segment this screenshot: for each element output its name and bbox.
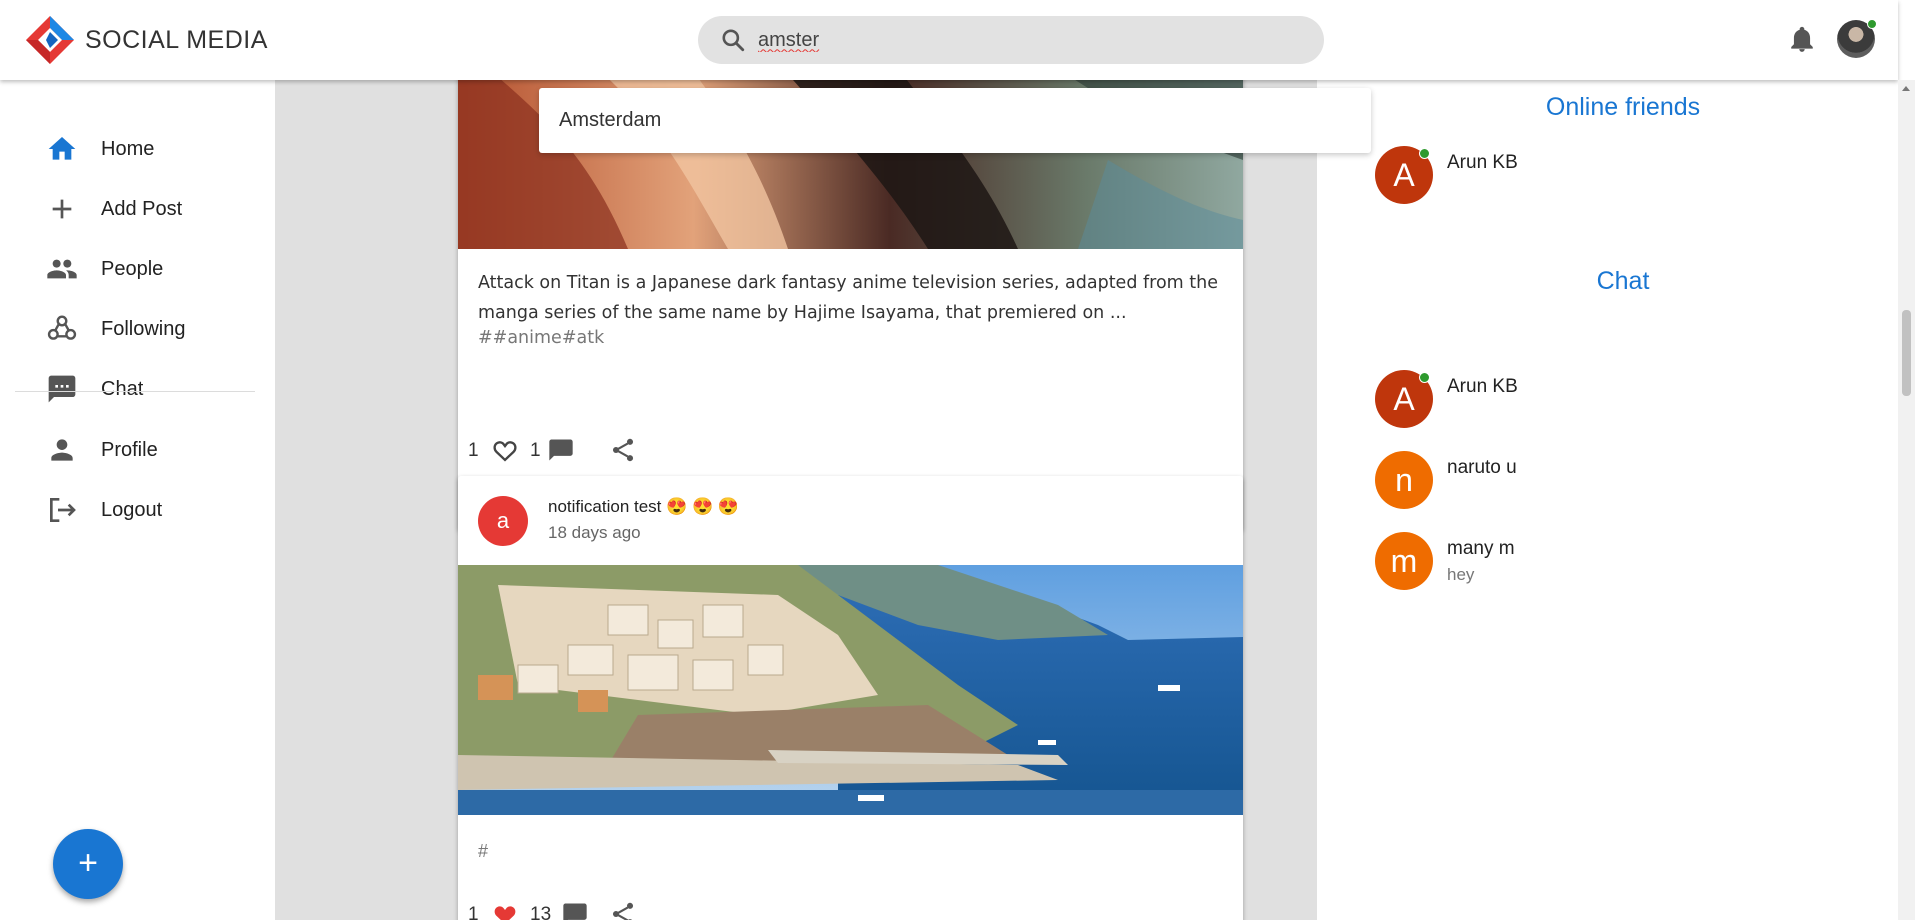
- sidebar-item-home[interactable]: Home: [0, 120, 260, 176]
- post-card: a notification test 😍 😍 😍 18 days ago # …: [458, 476, 1243, 920]
- post-title: notification test 😍 😍 😍: [548, 497, 740, 516]
- sidebar-item-label: People: [101, 258, 164, 280]
- chat-avatar: m: [1375, 532, 1433, 590]
- search-input[interactable]: [758, 25, 1298, 55]
- author-avatar[interactable]: a: [478, 496, 528, 546]
- brand-title[interactable]: SOCIAL MEDIA: [85, 26, 268, 55]
- sidebar-item-logout[interactable]: Logout: [0, 481, 260, 537]
- sidebar: Home Add Post People Following Chat Prof…: [0, 80, 275, 920]
- post-image[interactable]: [458, 565, 1243, 815]
- following-icon: [47, 315, 77, 340]
- chat-name: Arun KB: [1447, 376, 1518, 397]
- heart-outline-icon[interactable]: [490, 436, 520, 464]
- search-suggestions-dropdown: Amsterdam: [539, 88, 1371, 153]
- chat-list-item[interactable]: A Arun KB: [1375, 370, 1775, 430]
- scrollbar-thumb[interactable]: [1902, 310, 1911, 396]
- feed: Attack on Titan is a Japanese dark fanta…: [275, 80, 1317, 920]
- person-icon: [51, 439, 73, 461]
- sidebar-item-add-post[interactable]: Add Post: [0, 180, 260, 236]
- diamond-logo-icon[interactable]: [24, 14, 76, 66]
- chat-heading: Chat: [1596, 267, 1650, 295]
- comment-icon[interactable]: [546, 436, 576, 464]
- chat-list-item[interactable]: m many m hey: [1375, 532, 1775, 592]
- chat-list-item[interactable]: n naruto u: [1375, 451, 1775, 511]
- app-bar: SOCIAL MEDIA: [0, 0, 1898, 80]
- chat-name: naruto u: [1447, 457, 1517, 478]
- sidebar-item-chat[interactable]: Chat: [0, 360, 260, 416]
- online-status-dot: [1419, 148, 1430, 159]
- comment-count: 1: [530, 440, 541, 461]
- chat-name: many m: [1447, 538, 1515, 559]
- home-icon: [48, 137, 76, 160]
- search-icon: [722, 29, 745, 52]
- sidebar-divider: [15, 391, 255, 392]
- sidebar-item-label: Home: [101, 138, 155, 160]
- comment-icon[interactable]: [560, 900, 590, 920]
- search-suggestion-item[interactable]: Amsterdam: [559, 109, 661, 132]
- like-count: 1: [468, 440, 479, 461]
- online-friend-item[interactable]: A Arun KB: [1375, 146, 1775, 206]
- scroll-up-arrow-icon[interactable]: [1902, 86, 1910, 91]
- bell-icon[interactable]: [1789, 26, 1815, 54]
- heart-filled-icon[interactable]: [490, 900, 520, 920]
- sidebar-item-following[interactable]: Following: [0, 300, 260, 356]
- sidebar-item-profile[interactable]: Profile: [0, 421, 260, 477]
- right-panel: Online friends A Arun KB Chat A Arun KB …: [1317, 80, 1898, 920]
- logout-icon: [50, 498, 76, 522]
- post-tags[interactable]: #: [478, 841, 488, 862]
- add-post-fab-button[interactable]: +: [53, 829, 123, 899]
- online-friends-heading: Online friends: [1545, 93, 1701, 121]
- sidebar-item-label: Profile: [101, 439, 158, 461]
- like-count: 1: [468, 904, 479, 920]
- chat-icon: [48, 375, 76, 403]
- user-avatar[interactable]: [1837, 19, 1877, 58]
- sidebar-item-label: Add Post: [101, 198, 183, 220]
- sidebar-item-label: Logout: [101, 499, 163, 521]
- post-description: Attack on Titan is a Japanese dark fanta…: [478, 273, 1219, 323]
- comment-count: 13: [530, 904, 552, 920]
- chat-last-message: hey: [1447, 565, 1475, 584]
- post-tags[interactable]: ##anime#atk: [478, 328, 604, 348]
- online-status-dot: [1419, 372, 1430, 383]
- sidebar-item-label: Following: [101, 318, 186, 340]
- search-bar[interactable]: [698, 16, 1324, 64]
- share-icon[interactable]: [608, 900, 638, 920]
- post-time: 18 days ago: [548, 523, 641, 542]
- sidebar-item-label: Chat: [101, 378, 144, 400]
- sidebar-item-people[interactable]: People: [0, 240, 260, 296]
- online-status-dot: [1867, 19, 1877, 29]
- plus-icon: [52, 199, 72, 219]
- chat-avatar: n: [1375, 451, 1433, 509]
- page-scrollbar[interactable]: [1898, 80, 1915, 920]
- share-icon[interactable]: [608, 436, 638, 464]
- friend-name: Arun KB: [1447, 152, 1518, 173]
- people-icon: [47, 259, 77, 279]
